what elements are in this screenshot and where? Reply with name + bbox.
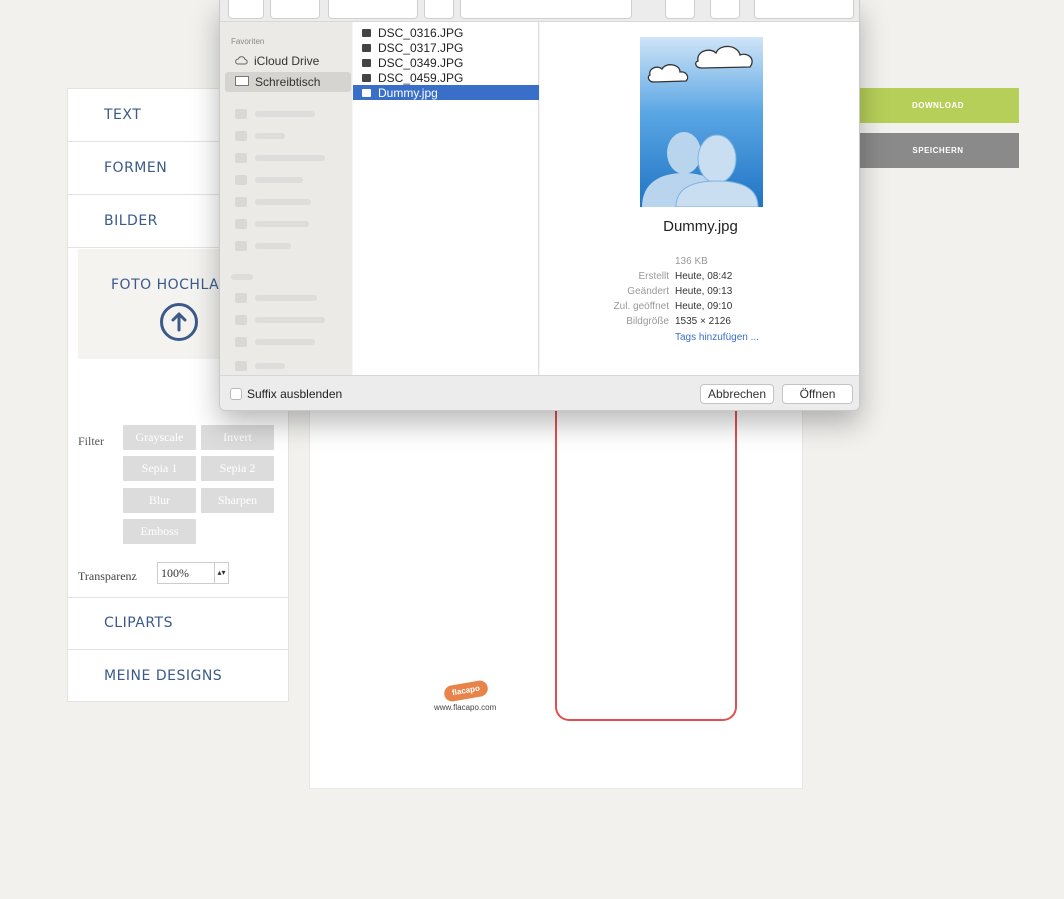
file-item-selected[interactable]: Dummy.jpg (353, 85, 539, 100)
sidebar-toggle-button[interactable] (228, 0, 264, 19)
accordion-images-label: BILDER (104, 213, 158, 229)
meta-key: Geändert (627, 286, 669, 297)
image-file-icon (362, 28, 371, 37)
location-popup[interactable] (460, 0, 632, 19)
image-file-icon (362, 58, 371, 67)
file-preview-pane: Dummy.jpg 136 KB Erstellt Heute, 08:42 Ge… (540, 22, 859, 375)
hide-suffix-label[interactable]: Suffix ausblenden (247, 387, 342, 401)
meta-key: Bildgröße (626, 316, 669, 327)
search-field[interactable] (754, 0, 854, 19)
save-button[interactable]: SPEICHERN (857, 133, 1019, 168)
sidebar-item-icloud[interactable]: iCloud Drive (235, 54, 319, 68)
sidebar-item-blurred[interactable] (235, 219, 309, 229)
add-tags-link[interactable]: Tags hinzufügen ... (675, 332, 759, 343)
share-button[interactable] (665, 0, 695, 19)
image-file-icon (362, 43, 371, 52)
file-name: Dummy.jpg (378, 85, 438, 100)
filter-sepia2-button[interactable]: Sepia 2 (201, 456, 274, 481)
design-canvas[interactable]: flacapo www.flacapo.com (309, 402, 803, 789)
file-name: DSC_0349.JPG (378, 55, 464, 70)
sidebar-item-blurred[interactable] (235, 131, 285, 141)
arrange-button[interactable] (424, 0, 454, 19)
meta-row-dimensions: Bildgröße 1535 × 2126 (540, 316, 859, 330)
file-name: DSC_0317.JPG (378, 40, 464, 55)
file-list-column: DSC_0316.JPG DSC_0317.JPG DSC_0349.JPG D… (353, 22, 539, 375)
file-name: DSC_0459.JPG (378, 70, 464, 85)
brand-url: www.flacapo.com (434, 703, 497, 712)
meta-row-modified: Geändert Heute, 09:13 (540, 286, 859, 300)
cancel-button[interactable]: Abbrechen (700, 384, 774, 404)
file-name: DSC_0316.JPG (378, 25, 464, 40)
sidebar-item-blurred[interactable] (235, 197, 311, 207)
phone-case-outline (555, 402, 737, 721)
brand-logo: flacapo (442, 679, 490, 703)
dialog-footer: Suffix ausblenden Abbrechen Öffnen (220, 375, 859, 410)
sidebar-item-blurred[interactable] (235, 361, 285, 371)
sidebar-item-blurred[interactable] (235, 293, 317, 303)
meta-key: Erstellt (638, 271, 669, 282)
sidebar-item-blurred[interactable] (235, 315, 325, 325)
filter-sharpen-button[interactable]: Sharpen (201, 488, 274, 513)
filter-grayscale-button[interactable]: Grayscale (123, 425, 196, 450)
meta-value: Heute, 09:13 (675, 286, 733, 297)
image-file-icon (362, 73, 371, 82)
accordion-cliparts[interactable]: CLIPARTS (68, 597, 288, 650)
preview-file-name: Dummy.jpg (663, 218, 738, 235)
file-item[interactable]: DSC_0316.JPG (353, 25, 539, 40)
open-button[interactable]: Öffnen (782, 384, 853, 404)
desktop-icon (235, 75, 249, 89)
accordion-cliparts-label: CLIPARTS (104, 615, 173, 631)
hide-suffix-checkbox[interactable] (230, 388, 242, 400)
filter-emboss-button[interactable]: Emboss (123, 519, 196, 544)
tags-button[interactable] (710, 0, 740, 19)
transparency-select[interactable]: 100% ▴▾ (157, 562, 229, 584)
cloud-icon (235, 54, 248, 68)
sidebar-item-label: iCloud Drive (254, 54, 320, 68)
accordion-shapes-label: FORMEN (104, 160, 168, 176)
meta-key: Zul. geöffnet (613, 301, 669, 312)
file-item[interactable]: DSC_0459.JPG (353, 70, 539, 85)
filter-sepia1-button[interactable]: Sepia 1 (123, 456, 196, 481)
accordion-text-label: TEXT (104, 107, 142, 123)
meta-value: 1535 × 2126 (675, 316, 731, 327)
transparency-label: Transparenz (78, 569, 137, 583)
filter-invert-button[interactable]: Invert (201, 425, 274, 450)
file-item[interactable]: DSC_0317.JPG (353, 40, 539, 55)
sidebar-item-desktop[interactable]: Schreibtisch (225, 72, 351, 92)
favorites-section-label: Favoriten (231, 37, 265, 46)
file-open-dialog: Favoriten iCloud Drive Schreibtisch DSC_… (219, 0, 860, 411)
image-file-icon (362, 88, 371, 97)
meta-value: Heute, 08:42 (675, 271, 733, 282)
finder-sidebar: Favoriten iCloud Drive Schreibtisch (220, 22, 352, 375)
accordion-my-designs[interactable]: MEINE DESIGNS (68, 650, 288, 702)
meta-value: Heute, 09:10 (675, 301, 733, 312)
meta-row-last-opened: Zul. geöffnet Heute, 09:10 (540, 301, 859, 315)
sidebar-section-blurred (231, 272, 253, 282)
filter-label: Filter (78, 434, 104, 448)
sidebar-item-blurred[interactable] (235, 337, 315, 347)
accordion-my-designs-label: MEINE DESIGNS (104, 668, 223, 684)
dialog-toolbar (220, 0, 859, 22)
sidebar-item-blurred[interactable] (235, 109, 315, 119)
meta-row-created: Erstellt Heute, 08:42 (540, 271, 859, 285)
preview-file-size: 136 KB (675, 256, 708, 267)
sidebar-item-blurred[interactable] (235, 153, 325, 163)
view-mode-icons-button[interactable] (328, 0, 418, 19)
transparency-value: 100% (161, 566, 189, 580)
back-forward-button[interactable] (270, 0, 320, 19)
upload-arrow-icon[interactable] (160, 303, 198, 341)
sidebar-item-blurred[interactable] (235, 175, 303, 185)
download-button[interactable]: DOWNLOAD (857, 88, 1019, 123)
file-item[interactable]: DSC_0349.JPG (353, 55, 539, 70)
sidebar-item-label: Schreibtisch (255, 75, 321, 89)
select-arrow-icon: ▴▾ (214, 563, 228, 583)
preview-thumbnail-image (640, 37, 763, 207)
filter-blur-button[interactable]: Blur (123, 488, 196, 513)
sidebar-item-blurred[interactable] (235, 241, 291, 251)
